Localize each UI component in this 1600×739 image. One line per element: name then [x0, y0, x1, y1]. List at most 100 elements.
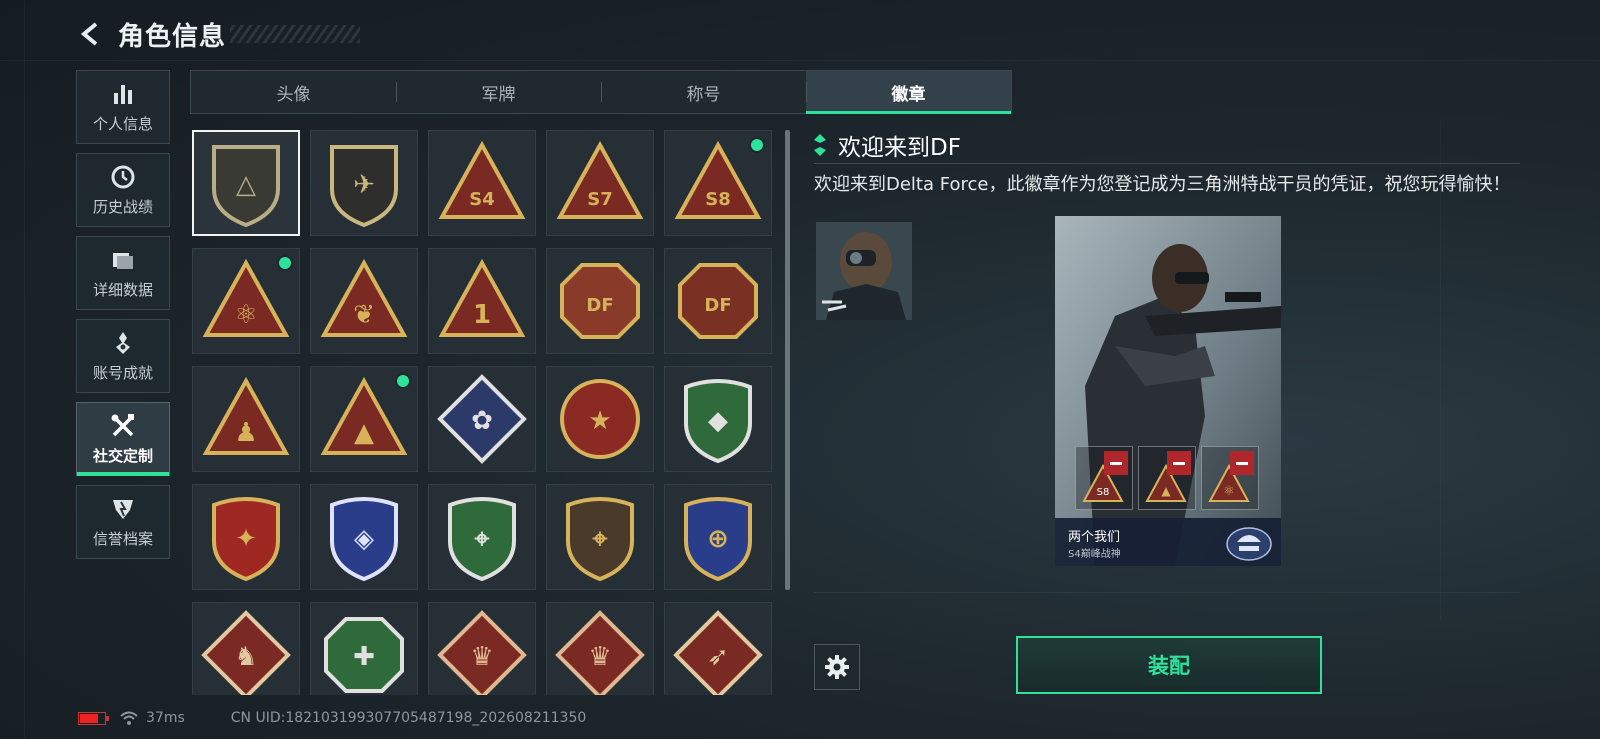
equip-button[interactable]: 装配: [1016, 636, 1322, 694]
blue-gem-badge-icon: ◈: [330, 497, 398, 582]
brown-rifle-badge-icon: ⌖: [566, 497, 634, 582]
badge-item-atom[interactable]: ⚛: [192, 248, 300, 354]
new-indicator-dot: [277, 255, 293, 271]
badge-item-wings[interactable]: ❦: [310, 248, 418, 354]
badge-glyph: ⚛: [234, 300, 257, 330]
delta-force-tank-badge-icon: DF: [560, 263, 640, 339]
equipped-slot-3[interactable]: ⚛: [1201, 446, 1259, 510]
s8-badge-icon: S8: [674, 140, 762, 219]
badge-glyph: DF: [704, 295, 731, 316]
dragon-a-badge-icon: ♛: [437, 610, 527, 695]
sidebar-item-details[interactable]: 详细数据: [76, 236, 170, 310]
badge-glyph: ⊕: [707, 524, 729, 554]
badge-description-viewport: 欢迎来到Delta Force，此徽章作为您登记成为三角洲特战干员的凭证，祝您玩…: [814, 170, 1520, 198]
player-subtitle: S4巅峰战神: [1068, 549, 1121, 560]
sidebar-item-reputation[interactable]: 信誉档案: [76, 485, 170, 559]
diamond-marker-icon: [814, 134, 826, 156]
badge-item-runner[interactable]: ➶: [664, 602, 772, 695]
ping-value: 37ms: [146, 710, 185, 726]
badge-item-delta-force-tank[interactable]: DF: [546, 248, 654, 354]
badge-item-s4[interactable]: S4: [428, 130, 536, 236]
title-decoration: [230, 25, 361, 43]
badge-glyph: ▲: [354, 418, 374, 448]
badge-item-medic[interactable]: ✚: [310, 602, 418, 695]
badge-item-brown-rifle[interactable]: ⌖: [546, 484, 654, 590]
equipped-slot-2[interactable]: ▲: [1138, 446, 1196, 510]
sidebar-item-social-custom[interactable]: 社交定制: [76, 402, 170, 476]
equipped-slot-1[interactable]: S8: [1075, 446, 1133, 510]
new-indicator-dot: [749, 137, 765, 153]
divider: [814, 592, 1520, 593]
remove-badge-button[interactable]: [1230, 451, 1254, 475]
badge-item-helicopter[interactable]: ✈: [310, 130, 418, 236]
medal-icon: [116, 331, 130, 354]
badge-glyph: S7: [587, 189, 613, 210]
green-rifle-badge-icon: ⌖: [448, 497, 516, 582]
new-indicator-dot: [395, 373, 411, 389]
badge-item-blue-gem[interactable]: ◈: [310, 484, 418, 590]
sidebar-item-personal-info[interactable]: 个人信息: [76, 70, 170, 144]
tab-title[interactable]: 称号: [601, 71, 806, 113]
medic-badge-icon: ✚: [324, 617, 404, 693]
badge-glyph: ⌖: [593, 524, 608, 554]
back-button[interactable]: [76, 19, 106, 49]
badge-item-dragon-a[interactable]: ♛: [428, 602, 536, 695]
rose-badge-icon: ✿: [437, 374, 527, 464]
operator-illustration: [1055, 216, 1281, 566]
badge-item-green-crest[interactable]: ◆: [664, 366, 772, 472]
svg-text:▲: ▲: [1161, 484, 1171, 498]
soldiers-badge-icon: ♟: [202, 376, 290, 455]
badge-glyph: ⌖: [475, 524, 490, 554]
badge-item-s8[interactable]: S8: [664, 130, 772, 236]
badge-glyph: ❦: [353, 300, 375, 330]
badge-item-star-circle[interactable]: ★: [546, 366, 654, 472]
wifi-icon: [120, 711, 138, 725]
sidebar-item-achievements[interactable]: 账号成就: [76, 319, 170, 393]
badge-glyph: ♛: [588, 642, 611, 672]
badge-item-rocket[interactable]: ▲: [310, 366, 418, 472]
badge-title: 欢迎来到DF: [838, 135, 961, 161]
tab-dog-tag[interactable]: 军牌: [396, 71, 601, 113]
bar-chart-icon: [114, 84, 132, 104]
settings-button[interactable]: [814, 644, 860, 690]
sidebar-item-label: 个人信息: [92, 114, 153, 133]
badge-glyph: ✚: [353, 642, 375, 672]
badge-item-blue-target[interactable]: ⊕: [664, 484, 772, 590]
equipped-badges: S8 ▲ ⚛: [1075, 446, 1259, 510]
remove-badge-button[interactable]: [1104, 451, 1128, 475]
badge-item-delta-force-2026[interactable]: DF: [664, 248, 772, 354]
svg-text:S8: S8: [1097, 487, 1110, 498]
shield-icon: [113, 499, 133, 519]
tools-icon: [111, 413, 134, 436]
badge-item-wolf[interactable]: ♞: [192, 602, 300, 695]
tab-avatar[interactable]: 头像: [191, 71, 396, 113]
sidebar-item-history[interactable]: 历史战绩: [76, 153, 170, 227]
badge-item-green-rifle[interactable]: ⌖: [428, 484, 536, 590]
badge-item-number-one[interactable]: 1: [428, 248, 536, 354]
atom-badge-icon: ⚛: [202, 258, 290, 337]
badge-glyph: ◈: [354, 524, 374, 554]
badge-glyph: ✈: [353, 170, 375, 200]
remove-badge-button[interactable]: [1167, 451, 1191, 475]
badge-glyph: ♟: [234, 418, 257, 448]
sidebar: 个人信息 历史战绩 详细数据 账号成就 社交定制 信誉档案: [76, 70, 170, 568]
badge-item-soldiers[interactable]: ♟: [192, 366, 300, 472]
tab-badge[interactable]: 徽章: [806, 71, 1011, 114]
battery-icon: [78, 711, 109, 725]
chevron-left-icon: [80, 22, 98, 46]
badge-glyph: S4: [469, 189, 495, 210]
sidebar-item-label: 历史战绩: [92, 197, 153, 216]
badge-item-red-crest[interactable]: ✦: [192, 484, 300, 590]
badge-item-rose[interactable]: ✿: [428, 366, 536, 472]
badge-item-dragon-b[interactable]: ♛: [546, 602, 654, 695]
number-one-badge-icon: 1: [438, 258, 526, 337]
scrollbar[interactable]: [785, 130, 790, 590]
badge-item-delta-shield[interactable]: △: [192, 130, 300, 236]
green-crest-badge-icon: ◆: [684, 379, 752, 464]
uid-text: CN UID:182103199307705487198_20260821135…: [230, 710, 587, 726]
avatar-thumbnail[interactable]: [816, 222, 912, 320]
badge-item-s7[interactable]: S7: [546, 130, 654, 236]
star-circle-badge-icon: ★: [560, 379, 640, 459]
badge-glyph: DF: [586, 295, 613, 316]
badge-glyph: ♛: [470, 642, 493, 672]
